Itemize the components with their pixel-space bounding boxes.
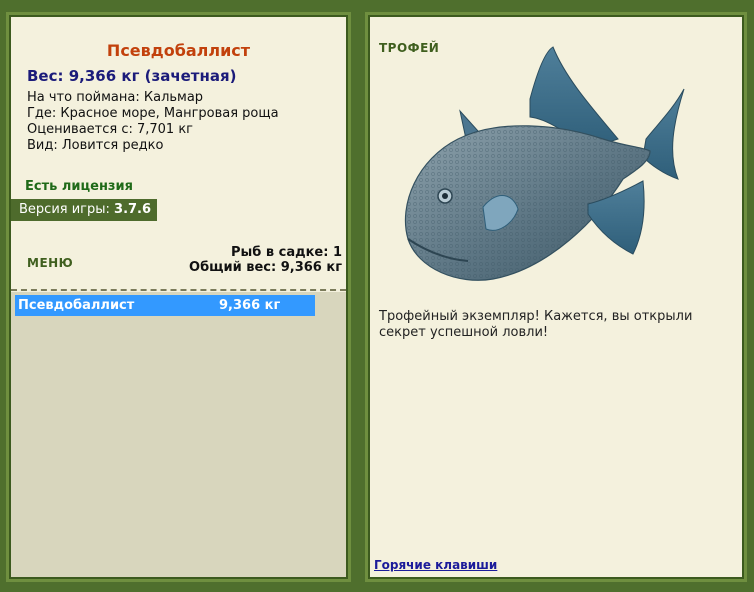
menu-button[interactable]: МЕНЮ: [27, 256, 73, 270]
location-info: Где: Красное море, Мангровая роща: [27, 106, 279, 121]
game-version: Версия игры: 3.7.6: [11, 199, 157, 221]
triggerfish-image: [404, 46, 685, 281]
list-item-name: Псевдобаллист: [18, 298, 135, 313]
version-label: Версия игры:: [19, 202, 115, 217]
value-info: Оценивается с: 7,701 кг: [27, 122, 194, 137]
version-value: 3.7.6: [114, 202, 152, 217]
catch-info-panel: Псевдобаллист Вес: 9,366 кг (зачетная) Н…: [6, 12, 351, 582]
trophy-panel: ТРОФЕЙ Трофейный экземпляр! Кажется, вы …: [365, 12, 747, 582]
fish-weight: Вес: 9,366 кг (зачетная): [27, 67, 237, 85]
hotkeys-link[interactable]: Горячие клавиши: [374, 558, 497, 572]
fish-name-title: Псевдобаллист: [106, 41, 251, 60]
trophy-message: Трофейный экземпляр! Кажется, вы открыли…: [379, 309, 693, 340]
rarity-info: Вид: Ловится редко: [27, 138, 164, 153]
catch-list: Псевдобаллист 9,366 кг: [11, 292, 346, 577]
divider: [11, 289, 346, 291]
bait-info: На что поймана: Кальмар: [27, 90, 204, 105]
list-item[interactable]: Псевдобаллист 9,366 кг: [15, 295, 315, 316]
total-weight: Общий вес: 9,366 кг: [189, 260, 342, 275]
fish-count: Рыб в садке: 1: [230, 245, 342, 260]
cage-stats: Рыб в садке: 1 Общий вес: 9,366 кг: [189, 245, 342, 275]
license-status: Есть лицензия: [25, 179, 133, 194]
list-item-weight: 9,366 кг: [219, 298, 281, 313]
